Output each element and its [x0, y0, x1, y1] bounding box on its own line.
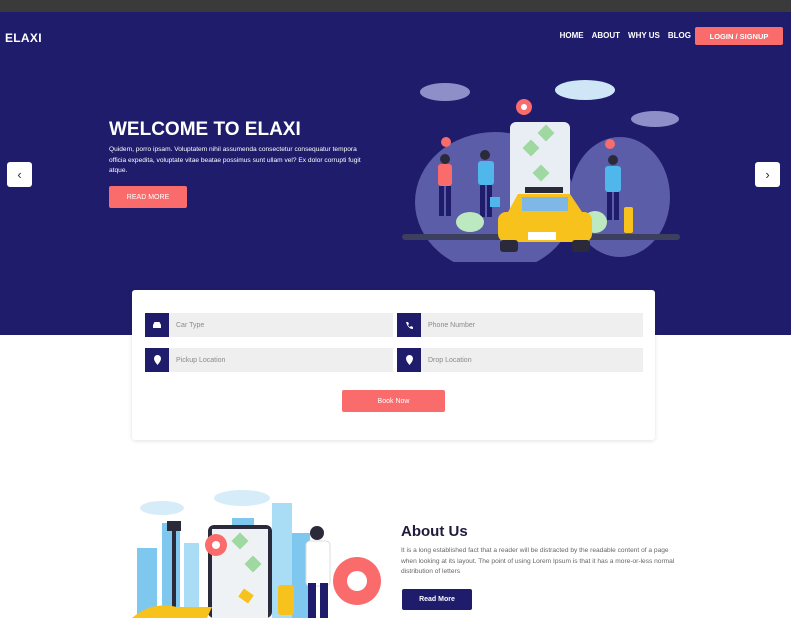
brand-logo[interactable]: ELAXI	[5, 31, 42, 45]
drop-location-field[interactable]: Drop Location	[397, 348, 643, 372]
hero-read-more-button[interactable]: READ MORE	[109, 186, 187, 208]
about-title: About Us	[401, 523, 468, 540]
hero-description: Quidem, porro ipsam. Voluptatem nihil as…	[109, 146, 361, 174]
pickup-location-placeholder: Pickup Location	[176, 356, 226, 364]
map-pin-icon	[397, 348, 421, 372]
car-icon	[145, 313, 169, 337]
phone-number-field[interactable]: Phone Number	[397, 313, 643, 337]
map-pin-icon	[145, 348, 169, 372]
slider-next-button[interactable]: ›	[755, 162, 780, 187]
nav-about[interactable]: ABOUT	[592, 31, 620, 40]
about-description: It is a long established fact that a rea…	[401, 547, 675, 575]
car-type-field[interactable]: Car Type	[145, 313, 393, 337]
browser-top-strip	[0, 0, 791, 12]
nav-why-us[interactable]: WHY US	[628, 31, 660, 40]
about-read-more-button[interactable]: Read More	[402, 589, 472, 610]
taxi-app-illustration	[402, 80, 680, 262]
nav-home[interactable]: HOME	[560, 31, 584, 40]
chevron-right-icon: ›	[765, 167, 770, 182]
drop-location-placeholder: Drop Location	[428, 356, 472, 364]
chevron-left-icon: ‹	[17, 167, 22, 182]
slider-prev-button[interactable]: ‹	[7, 162, 32, 187]
phone-number-placeholder: Phone Number	[428, 321, 476, 329]
phone-icon	[397, 313, 421, 337]
hero-section: ELAXI HOME ABOUT WHY US BLOG LOGIN / SIG…	[0, 12, 791, 335]
about-illustration	[132, 490, 381, 618]
book-now-button[interactable]: Book Now	[342, 390, 445, 412]
pickup-location-field[interactable]: Pickup Location	[145, 348, 393, 372]
hero-title: WELCOME TO ELAXI	[109, 119, 301, 140]
car-type-placeholder: Car Type	[176, 321, 205, 329]
login-signup-button[interactable]: LOGIN / SIGNUP	[695, 27, 783, 45]
booking-form: Car Type Phone Number Pickup Location Dr…	[132, 290, 655, 440]
main-nav: HOME ABOUT WHY US BLOG	[560, 31, 691, 40]
nav-blog[interactable]: BLOG	[668, 31, 691, 40]
